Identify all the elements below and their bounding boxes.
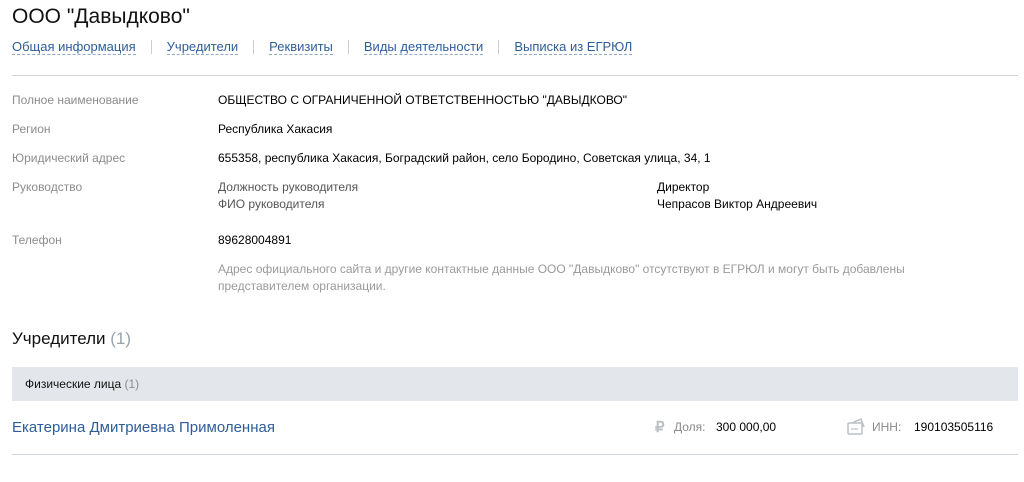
inn-value: 190103505116 bbox=[914, 420, 994, 434]
region-value: Республика Хакасия bbox=[218, 122, 333, 136]
group-label-wrap: Физические лица (1) bbox=[25, 377, 139, 391]
founders-title: Учредители bbox=[12, 329, 106, 348]
header-divider bbox=[12, 75, 1018, 76]
tab-divider bbox=[253, 40, 255, 54]
tab-activities[interactable]: Виды деятельности bbox=[363, 39, 484, 55]
phone-value: 89628004891 bbox=[218, 233, 292, 247]
phone-label: Телефон bbox=[12, 233, 62, 247]
tab-divider bbox=[498, 40, 500, 54]
founders-count: (1) bbox=[110, 329, 132, 348]
individuals-group-bar: Физические лица (1) bbox=[12, 367, 1018, 401]
tabs-nav: Общая информация Учредители Реквизиты Ви… bbox=[12, 39, 633, 55]
full-name-value: ОБЩЕСТВО С ОГРАНИЧЕННОЙ ОТВЕТСТВЕННОСТЬЮ… bbox=[218, 93, 628, 107]
page-title: ООО "Давыдково" bbox=[12, 5, 190, 28]
founders-bottom-divider bbox=[12, 454, 1018, 455]
founder-name-link[interactable]: Екатерина Дмитриевна Примоленная bbox=[12, 419, 275, 436]
tab-general-info[interactable]: Общая информация bbox=[12, 39, 136, 55]
ruble-icon: ₽ bbox=[655, 419, 665, 436]
tab-founders[interactable]: Учредители bbox=[166, 39, 239, 55]
region-label: Регион bbox=[12, 122, 51, 136]
manager-name-value: Чепрасов Виктор Андреевич bbox=[657, 197, 818, 211]
manager-position-value: Директор bbox=[657, 180, 710, 194]
address-label: Юридический адрес bbox=[12, 151, 126, 165]
inn-label: ИНН: bbox=[872, 420, 902, 434]
individuals-count: (1) bbox=[124, 377, 140, 391]
contacts-note: Адрес официального сайта и другие контак… bbox=[218, 262, 905, 293]
full-name-label: Полное наименование bbox=[12, 93, 139, 107]
individuals-label: Физические лица bbox=[25, 377, 122, 391]
tab-requisites[interactable]: Реквизиты bbox=[269, 39, 333, 55]
founders-heading: Учредители (1) bbox=[12, 329, 131, 349]
manager-position-label: Должность руководителя bbox=[218, 180, 359, 194]
share-label: Доля: bbox=[674, 420, 706, 434]
tab-divider bbox=[150, 40, 152, 54]
tab-egrul-extract[interactable]: Выписка из ЕГРЮЛ bbox=[514, 39, 633, 55]
address-value: 655358, республика Хакасия, Боградский р… bbox=[218, 151, 711, 165]
tab-divider bbox=[347, 40, 349, 54]
share-value: 300 000,00 bbox=[716, 420, 777, 434]
manager-name-label: ФИО руководителя bbox=[218, 197, 325, 211]
management-label: Руководство bbox=[12, 180, 83, 194]
id-card-icon bbox=[847, 418, 865, 435]
